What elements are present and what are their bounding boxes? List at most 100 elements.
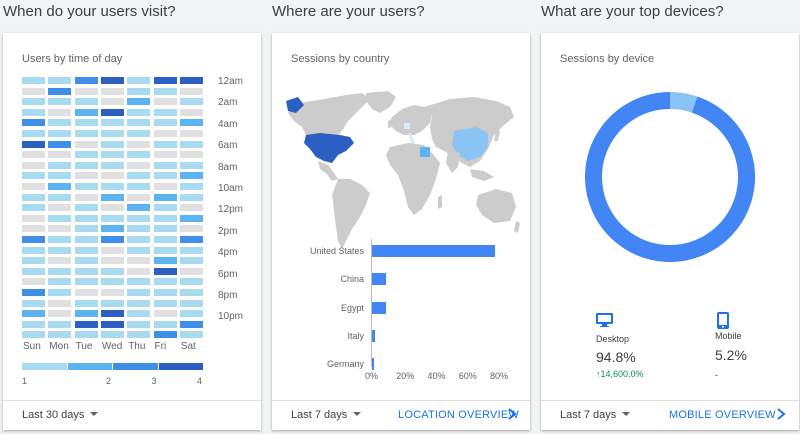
- bar-category-label: Italy: [347, 330, 364, 341]
- heatmap-cell: [22, 130, 45, 137]
- heatmap-cell: [179, 108, 203, 116]
- heatmap-cell: [100, 161, 124, 169]
- heatmap-cell: [179, 161, 203, 169]
- card-footer: Last 7 days MOBILE OVERVIEW: [541, 400, 799, 430]
- heatmap-cell: [179, 289, 203, 296]
- day-label: Tue: [75, 341, 93, 352]
- heatmap-cell: [127, 214, 151, 222]
- heatmap-cell: [100, 331, 124, 339]
- heatmap-cell: [100, 77, 124, 84]
- date-range-dropdown[interactable]: Last 30 days: [22, 409, 99, 421]
- heatmap-cell: [127, 278, 151, 286]
- heatmap-cell: [179, 267, 203, 275]
- heatmap-cell: [153, 225, 177, 233]
- heatmap-cell: [127, 331, 151, 339]
- heatmap-cell: [74, 257, 98, 265]
- heatmap-cell: [100, 98, 124, 106]
- hour-label: 12am: [218, 76, 244, 87]
- heatmap-cell: [48, 183, 72, 190]
- heatmap-cell: [153, 320, 177, 328]
- heatmap-cell: [48, 193, 72, 201]
- heatmap-cell: [74, 77, 98, 84]
- heatmap-cell: [153, 172, 177, 180]
- day-label: Wed: [101, 341, 123, 352]
- heatmap-cell: [153, 161, 177, 169]
- legend-swatch: [113, 363, 158, 370]
- heatmap-cell: [48, 225, 72, 233]
- heatmap-cell: [179, 98, 203, 106]
- heatmap-cell: [74, 246, 98, 254]
- country-bar: [372, 301, 387, 314]
- heatmap-cell: [153, 98, 177, 106]
- heatmap-cell: [179, 310, 203, 318]
- heatmap-cell: [179, 193, 203, 201]
- mobile-change: -: [715, 370, 718, 380]
- heatmap-cell: [22, 214, 45, 222]
- heatmap-cell: [153, 130, 177, 137]
- heatmap-cell: [100, 183, 124, 190]
- desktop-icon: [596, 313, 613, 327]
- heatmap-cell: [127, 87, 151, 95]
- heatmap-cell: [22, 108, 45, 116]
- heatmap-cell: [74, 151, 98, 159]
- mobile-label: Mobile: [715, 331, 742, 341]
- day-label: Thu: [128, 341, 146, 352]
- heatmap-cell: [48, 119, 72, 127]
- heatmap-cell: [179, 236, 203, 243]
- hour-label: 6pm: [218, 268, 238, 280]
- desktop-change: ↑14,600.0%: [596, 369, 644, 379]
- heatmap-cell: [153, 204, 177, 212]
- heatmap-cell: [22, 161, 45, 169]
- country-bar: [372, 358, 374, 371]
- heatmap-cell: [127, 130, 151, 137]
- bar-tick-label: 80%: [490, 371, 509, 381]
- heatmap-cell: [74, 214, 98, 222]
- heatmap-cell: [127, 172, 151, 180]
- map-madagascar: [438, 195, 442, 209]
- country-bar: [372, 273, 387, 286]
- devices-section-title: What are your top devices?: [541, 3, 724, 20]
- heatmap-cell: [179, 87, 203, 95]
- location-overview-link[interactable]: LOCATION OVERVIEW: [398, 409, 519, 421]
- heatmap-cell: [179, 278, 203, 286]
- heatmap-cell: [127, 320, 151, 328]
- heatmap-cell: [153, 151, 177, 159]
- heatmap-cell: [74, 204, 98, 212]
- heatmap-cell: [100, 204, 124, 212]
- map-se-asia: [470, 169, 494, 181]
- heatmap-cell: [127, 98, 151, 106]
- hour-label: 2pm: [218, 225, 238, 237]
- chevron-right-icon[interactable]: [775, 407, 787, 421]
- heatmap-cell: [100, 119, 124, 127]
- date-range-label: Last 7 days: [291, 409, 348, 421]
- heatmap-cell: [74, 130, 98, 137]
- heatmap-cell: [153, 236, 177, 243]
- heatmap-cell: [179, 172, 203, 180]
- heatmap-cell: [127, 204, 151, 212]
- chevron-right-icon[interactable]: [506, 407, 518, 421]
- heatmap-cell: [127, 119, 151, 127]
- heatmap-cell: [179, 119, 203, 127]
- map-germany: [404, 123, 410, 129]
- date-range-dropdown[interactable]: Last 7 days: [291, 409, 362, 421]
- heatmap-cell: [22, 236, 45, 243]
- hour-label: 8pm: [218, 290, 238, 301]
- heatmap-cell: [100, 310, 124, 318]
- heatmap-cell: [22, 225, 45, 233]
- bar-category-label: United States: [309, 246, 364, 256]
- heatmap-cell: [153, 331, 177, 339]
- heatmap-cell: [100, 151, 124, 159]
- date-range-dropdown[interactable]: Last 7 days: [560, 409, 631, 421]
- mobile-overview-link[interactable]: MOBILE OVERVIEW: [669, 409, 776, 421]
- heatmap-cell: [179, 77, 203, 84]
- heatmap-cell: [100, 193, 124, 201]
- heatmap-cell: [153, 214, 177, 222]
- bar-category-label: Germany: [326, 359, 364, 370]
- heatmap-cell: [48, 236, 72, 243]
- legend-label: 3: [151, 376, 157, 386]
- heatmap-cell: [127, 193, 151, 201]
- hour-label: 8am: [218, 161, 238, 173]
- heatmap-cell: [22, 87, 45, 95]
- map-egypt: [420, 147, 430, 157]
- heatmap-cell: [127, 299, 151, 307]
